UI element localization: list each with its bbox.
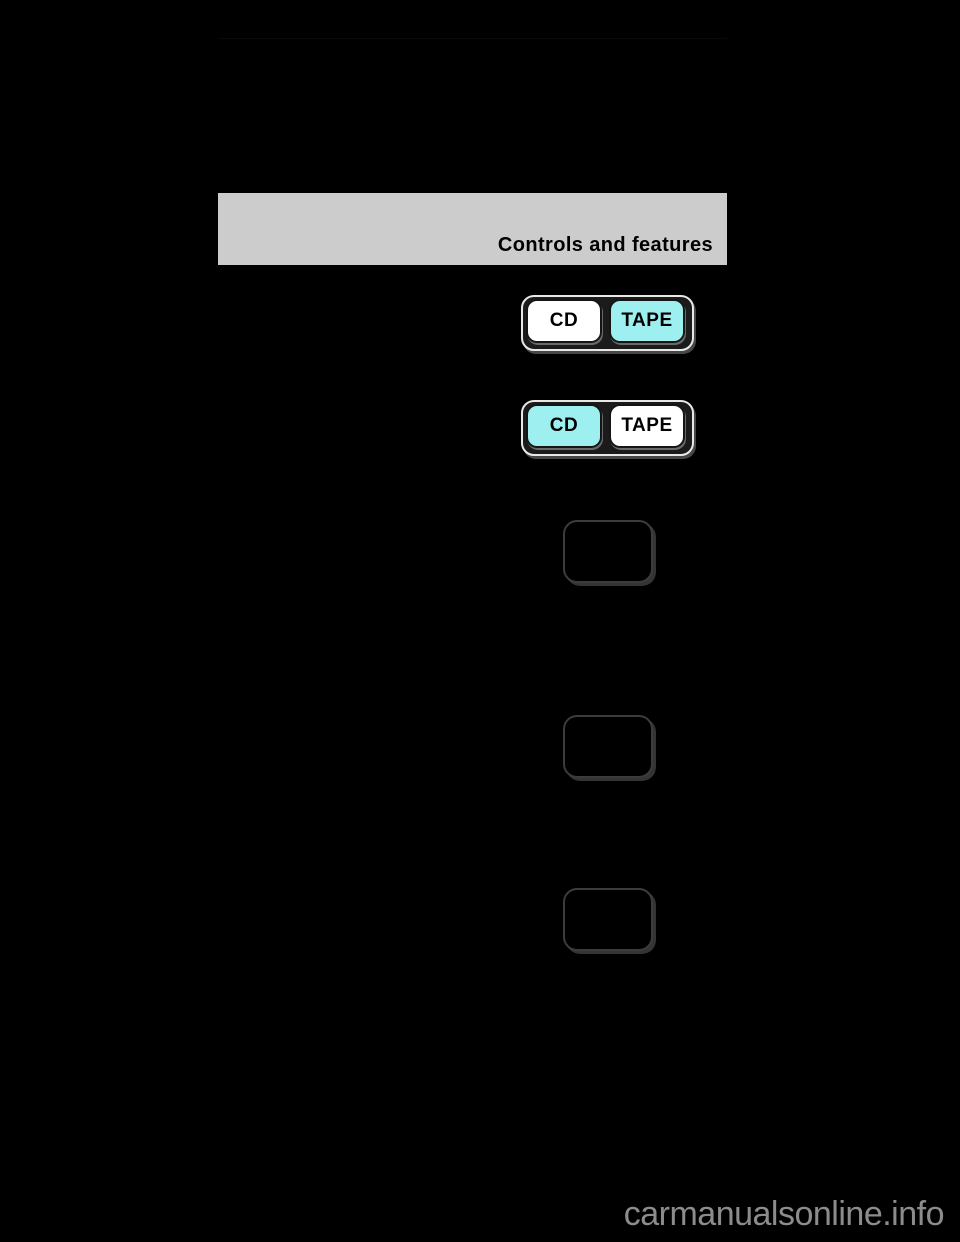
section-header-band: Controls and features — [218, 193, 727, 265]
page-title: Controls and features — [497, 234, 713, 256]
manual-page: Controls and features CD TAPE CD TAPE ca… — [0, 0, 960, 1242]
page-top-rule — [218, 38, 727, 39]
cd-tape-switch-tape-selected: CD TAPE — [521, 295, 694, 357]
tape-button[interactable]: TAPE — [609, 299, 685, 343]
figure-column: CD TAPE CD TAPE — [505, 285, 745, 985]
blank-button-2[interactable] — [563, 715, 653, 778]
blank-button-3[interactable] — [563, 888, 653, 951]
blank-button-1[interactable] — [563, 520, 653, 583]
cd-button[interactable]: CD — [526, 299, 602, 343]
cd-tape-switch-cd-selected: CD TAPE — [521, 400, 694, 462]
site-watermark: carmanualsonline.info — [623, 1195, 945, 1233]
tape-button[interactable]: TAPE — [609, 404, 685, 448]
cd-button[interactable]: CD — [526, 404, 602, 448]
body-text-column — [60, 285, 490, 985]
